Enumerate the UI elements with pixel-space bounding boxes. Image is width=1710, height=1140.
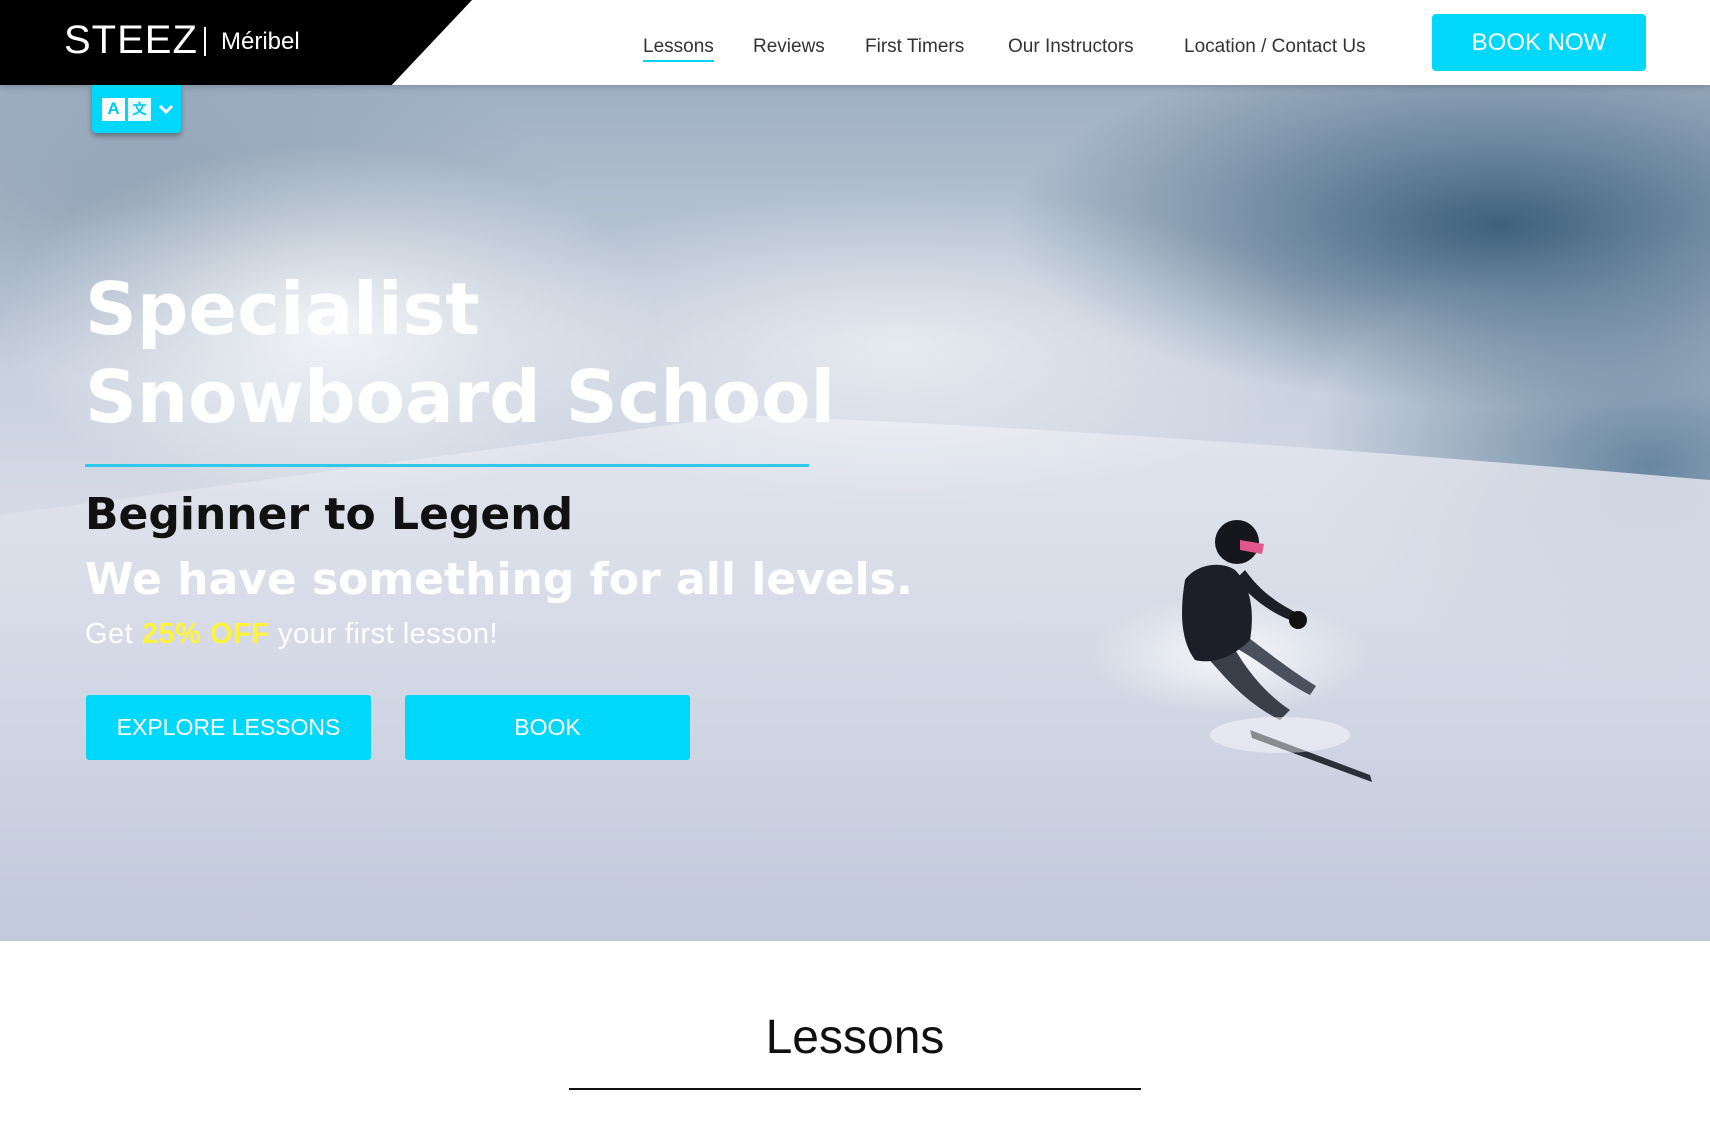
hero-title-line2: Snowboard School xyxy=(85,355,836,439)
hero-divider xyxy=(85,464,809,467)
chevron-down-icon xyxy=(158,104,174,115)
nav-our-instructors[interactable]: Our Instructors xyxy=(1008,36,1134,58)
hero-subtitle: Beginner to Legend xyxy=(85,489,574,540)
logo[interactable]: STEEZ Méribel xyxy=(0,0,472,85)
lessons-divider xyxy=(569,1088,1141,1090)
hero-title: Specialist Snowboard School xyxy=(85,265,835,441)
lessons-heading: Lessons xyxy=(765,1011,945,1064)
offer-highlight: 25% OFF xyxy=(141,618,270,650)
logo-location: Méribel xyxy=(221,28,300,55)
hero-title-line1: Specialist xyxy=(85,267,480,351)
language-selector[interactable]: A 文 xyxy=(92,85,181,133)
hero-section: Specialist Snowboard School Beginner to … xyxy=(0,85,1710,941)
site-header: STEEZ Méribel Lessons Reviews First Time… xyxy=(0,0,1710,85)
hero-offer: Get 25% OFF your first lesson! xyxy=(85,618,498,651)
snowboarder-image xyxy=(1182,520,1372,782)
book-button[interactable]: BOOK xyxy=(405,695,690,760)
nav-first-timers[interactable]: First Timers xyxy=(865,36,964,58)
nav-location-contact[interactable]: Location / Contact Us xyxy=(1184,36,1366,58)
book-now-button[interactable]: BOOK NOW xyxy=(1432,14,1646,71)
translate-icon-alt: 文 xyxy=(128,97,151,121)
nav-reviews[interactable]: Reviews xyxy=(753,36,825,58)
explore-lessons-button[interactable]: EXPLORE LESSONS xyxy=(86,695,371,760)
logo-divider xyxy=(204,27,206,56)
nav-lessons[interactable]: Lessons xyxy=(643,36,714,62)
translate-icon: A xyxy=(102,97,125,121)
logo-brand: STEEZ xyxy=(64,18,198,62)
hero-tagline: We have something for all levels. xyxy=(85,554,913,605)
offer-suffix: your first lesson! xyxy=(269,618,499,650)
offer-prefix: Get xyxy=(85,618,142,650)
